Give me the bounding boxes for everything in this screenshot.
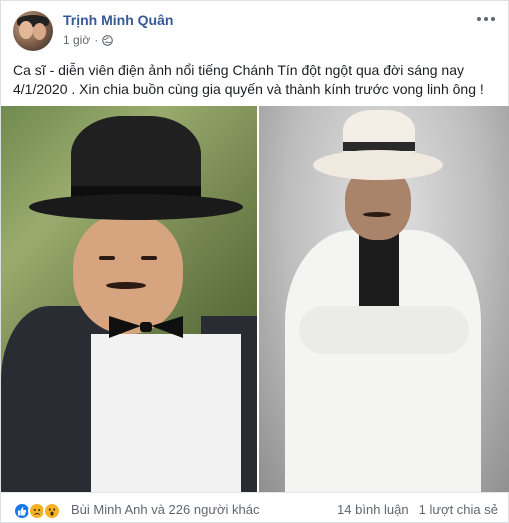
photo-left[interactable] [1,106,257,492]
post-time[interactable]: 1 giờ [63,33,90,47]
photo-left-eye-1 [99,256,115,260]
avatar-face-2 [33,23,46,40]
photo-left-hat-brim [29,194,243,220]
photo-left-shirt [91,334,241,492]
share-count[interactable]: 1 lượt chia sẻ [419,502,498,517]
post-text: Ca sĩ - diễn viên điện ảnh nổi tiếng Chá… [13,62,484,97]
avatar-face-1 [19,21,33,39]
post-header: Trịnh Minh Quân 1 giờ · [13,11,498,51]
wow-face-glyph [48,508,56,516]
reaction-summary[interactable]: Bùi Minh Anh và 226 người khác [71,502,260,517]
photo-left-eye-2 [141,256,157,260]
reaction-icons[interactable] [13,502,61,520]
author-name[interactable]: Trịnh Minh Quân [63,12,173,28]
globe-icon[interactable] [102,34,114,46]
post-counts: 14 bình luận 1 lượt chia sẻ [337,502,498,517]
photo-right-hat-brim [313,150,443,180]
meta-separator: · [94,33,99,47]
comment-count[interactable]: 14 bình luận [337,502,409,517]
post-photos [1,106,509,492]
more-dot-3 [491,17,495,21]
photo-right-arms [299,306,469,354]
photo-right-mustache [363,212,391,217]
more-options-icon[interactable] [476,13,496,25]
more-dot-2 [484,17,488,21]
sad-face-glyph [33,509,41,515]
avatar[interactable] [13,11,53,51]
post-footer: Bùi Minh Anh và 226 người khác 14 bình l… [1,492,509,523]
more-dot-1 [477,17,481,21]
wow-icon [43,502,61,520]
photo-left-mustache [106,282,146,289]
post-card: Trịnh Minh Quân 1 giờ · Ca sĩ - diễn viê… [0,0,509,523]
like-thumb-glyph [18,507,27,516]
post-meta: 1 giờ · [63,33,114,47]
photo-left-bowtie [109,316,183,338]
photo-right[interactable] [259,106,509,492]
